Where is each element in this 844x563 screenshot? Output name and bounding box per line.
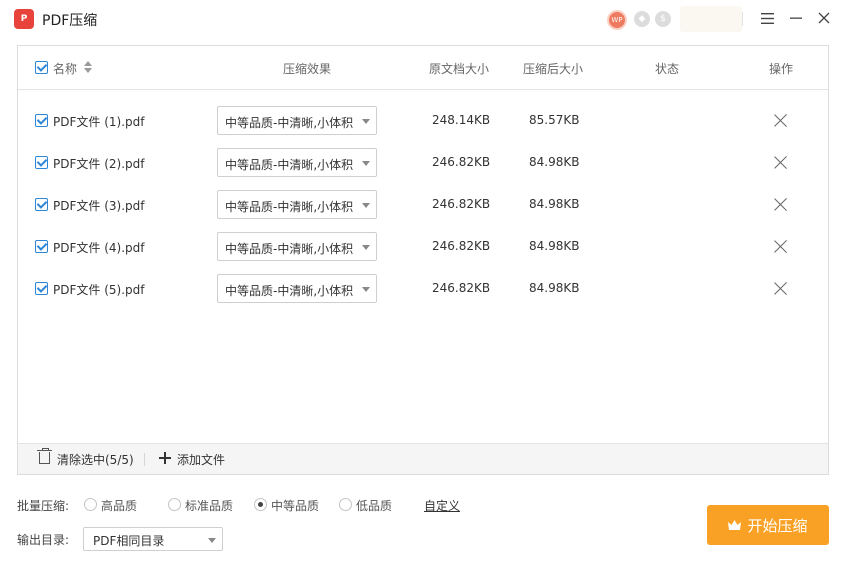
orig-size: 246.82KB — [432, 155, 491, 169]
radio-label[interactable]: 低品质 — [356, 497, 392, 514]
radio-high-quality[interactable] — [84, 498, 97, 511]
chevron-down-icon — [362, 119, 370, 124]
custom-link[interactable]: 自定义 — [424, 497, 460, 514]
comp-size: 85.57KB — [529, 113, 580, 127]
start-compress-button[interactable]: 开始压缩 — [707, 505, 829, 545]
file-name: PDF文件 (2).pdf — [53, 157, 145, 171]
app-title: PDF压缩 — [42, 13, 98, 29]
plus-icon[interactable] — [159, 452, 171, 464]
batch-label: 批量压缩: — [17, 499, 70, 513]
orig-size: 246.82KB — [432, 197, 491, 211]
remove-icon[interactable] — [773, 239, 789, 255]
quality-select-value: 中等品质-中清晰,小体积 — [225, 242, 354, 256]
radio-medium-quality[interactable] — [254, 498, 267, 511]
coin-badge-icon[interactable]: $ — [655, 11, 671, 27]
row-checkbox[interactable] — [35, 114, 48, 127]
file-name: PDF文件 (5).pdf — [53, 283, 145, 297]
comp-size: 84.98KB — [529, 281, 580, 295]
minimize-icon[interactable] — [787, 9, 805, 27]
title-divider — [742, 12, 743, 26]
quality-select[interactable]: 中等品质-中清晰,小体积 — [217, 190, 377, 219]
file-table: 名称 压缩效果 原文档大小 压缩后大小 状态 操作 PDF文件 (1).pdf … — [17, 45, 829, 475]
row-checkbox[interactable] — [35, 240, 48, 253]
header-name[interactable]: 名称 — [53, 60, 77, 77]
chevron-down-icon — [208, 538, 216, 543]
quality-select[interactable]: 中等品质-中清晰,小体积 — [217, 106, 377, 135]
table-row: PDF文件 (1).pdf 中等品质-中清晰,小体积 248.14KB 85.5… — [18, 100, 828, 142]
account-area[interactable] — [680, 6, 742, 32]
crown-icon — [728, 520, 742, 530]
sort-icon[interactable] — [84, 61, 92, 75]
row-checkbox[interactable] — [35, 198, 48, 211]
quality-select-value: 中等品质-中清晰,小体积 — [225, 200, 354, 214]
chevron-down-icon — [362, 245, 370, 250]
quality-select[interactable]: 中等品质-中清晰,小体积 — [217, 274, 377, 303]
remove-icon[interactable] — [773, 197, 789, 213]
file-name: PDF文件 (3).pdf — [53, 199, 145, 213]
table-row: PDF文件 (5).pdf 中等品质-中清晰,小体积 246.82KB 84.9… — [18, 268, 828, 310]
header-status: 状态 — [655, 62, 680, 76]
orig-size: 246.82KB — [432, 281, 491, 295]
table-row: PDF文件 (3).pdf 中等品质-中清晰,小体积 246.82KB 84.9… — [18, 184, 828, 226]
footer-divider — [144, 453, 145, 466]
radio-standard-quality[interactable] — [168, 498, 181, 511]
radio-label[interactable]: 中等品质 — [271, 497, 319, 514]
quality-select-value: 中等品质-中清晰,小体积 — [225, 284, 354, 298]
clear-selected-button[interactable]: 清除选中(5/5) — [57, 451, 134, 468]
radio-label[interactable]: 标准品质 — [185, 497, 233, 514]
comp-size: 84.98KB — [529, 197, 580, 211]
chevron-down-icon — [362, 161, 370, 166]
file-name: PDF文件 (4).pdf — [53, 241, 145, 255]
header-effect: 压缩效果 — [283, 62, 332, 76]
header-comp-size: 压缩后大小 — [523, 62, 584, 76]
remove-icon[interactable] — [773, 155, 789, 171]
close-icon[interactable] — [815, 9, 833, 27]
quality-select[interactable]: 中等品质-中清晰,小体积 — [217, 232, 377, 261]
comp-size: 84.98KB — [529, 239, 580, 253]
row-checkbox[interactable] — [35, 156, 48, 169]
hamburger-icon[interactable] — [758, 9, 776, 27]
table-row: PDF文件 (4).pdf 中等品质-中清晰,小体积 246.82KB 84.9… — [18, 226, 828, 268]
quality-select[interactable]: 中等品质-中清晰,小体积 — [217, 148, 377, 177]
orig-size: 246.82KB — [432, 239, 491, 253]
remove-icon[interactable] — [773, 281, 789, 297]
add-file-button[interactable]: 添加文件 — [177, 451, 225, 468]
table-row: PDF文件 (2).pdf 中等品质-中清晰,小体积 246.82KB 84.9… — [18, 142, 828, 184]
vip-badge-icon[interactable]: ◆ — [634, 11, 650, 27]
output-dir-value: PDF相同目录 — [93, 534, 165, 548]
chevron-down-icon — [362, 287, 370, 292]
comp-size: 84.98KB — [529, 155, 580, 169]
start-compress-label: 开始压缩 — [747, 516, 808, 535]
output-label: 输出目录: — [17, 533, 70, 547]
file-name: PDF文件 (1).pdf — [53, 115, 145, 129]
title-bar: P PDF压缩 WP ◆ $ — [0, 0, 844, 38]
orig-size: 248.14KB — [432, 113, 491, 127]
header-orig-size: 原文档大小 — [429, 62, 490, 76]
table-header: 名称 压缩效果 原文档大小 压缩后大小 状态 操作 — [18, 46, 828, 90]
output-dir-select[interactable]: PDF相同目录 — [83, 527, 223, 551]
user-avatar[interactable]: WP — [607, 10, 627, 30]
app-logo-icon: P — [14, 9, 34, 29]
select-all-checkbox[interactable] — [35, 61, 48, 74]
header-action: 操作 — [769, 62, 794, 76]
table-footer: 清除选中(5/5) 添加文件 — [18, 443, 828, 474]
chevron-down-icon — [362, 203, 370, 208]
radio-low-quality[interactable] — [339, 498, 352, 511]
quality-select-value: 中等品质-中清晰,小体积 — [225, 116, 354, 130]
remove-icon[interactable] — [773, 113, 789, 129]
row-checkbox[interactable] — [35, 282, 48, 295]
quality-select-value: 中等品质-中清晰,小体积 — [225, 158, 354, 172]
trash-icon[interactable] — [37, 448, 52, 464]
radio-label[interactable]: 高品质 — [101, 497, 137, 514]
